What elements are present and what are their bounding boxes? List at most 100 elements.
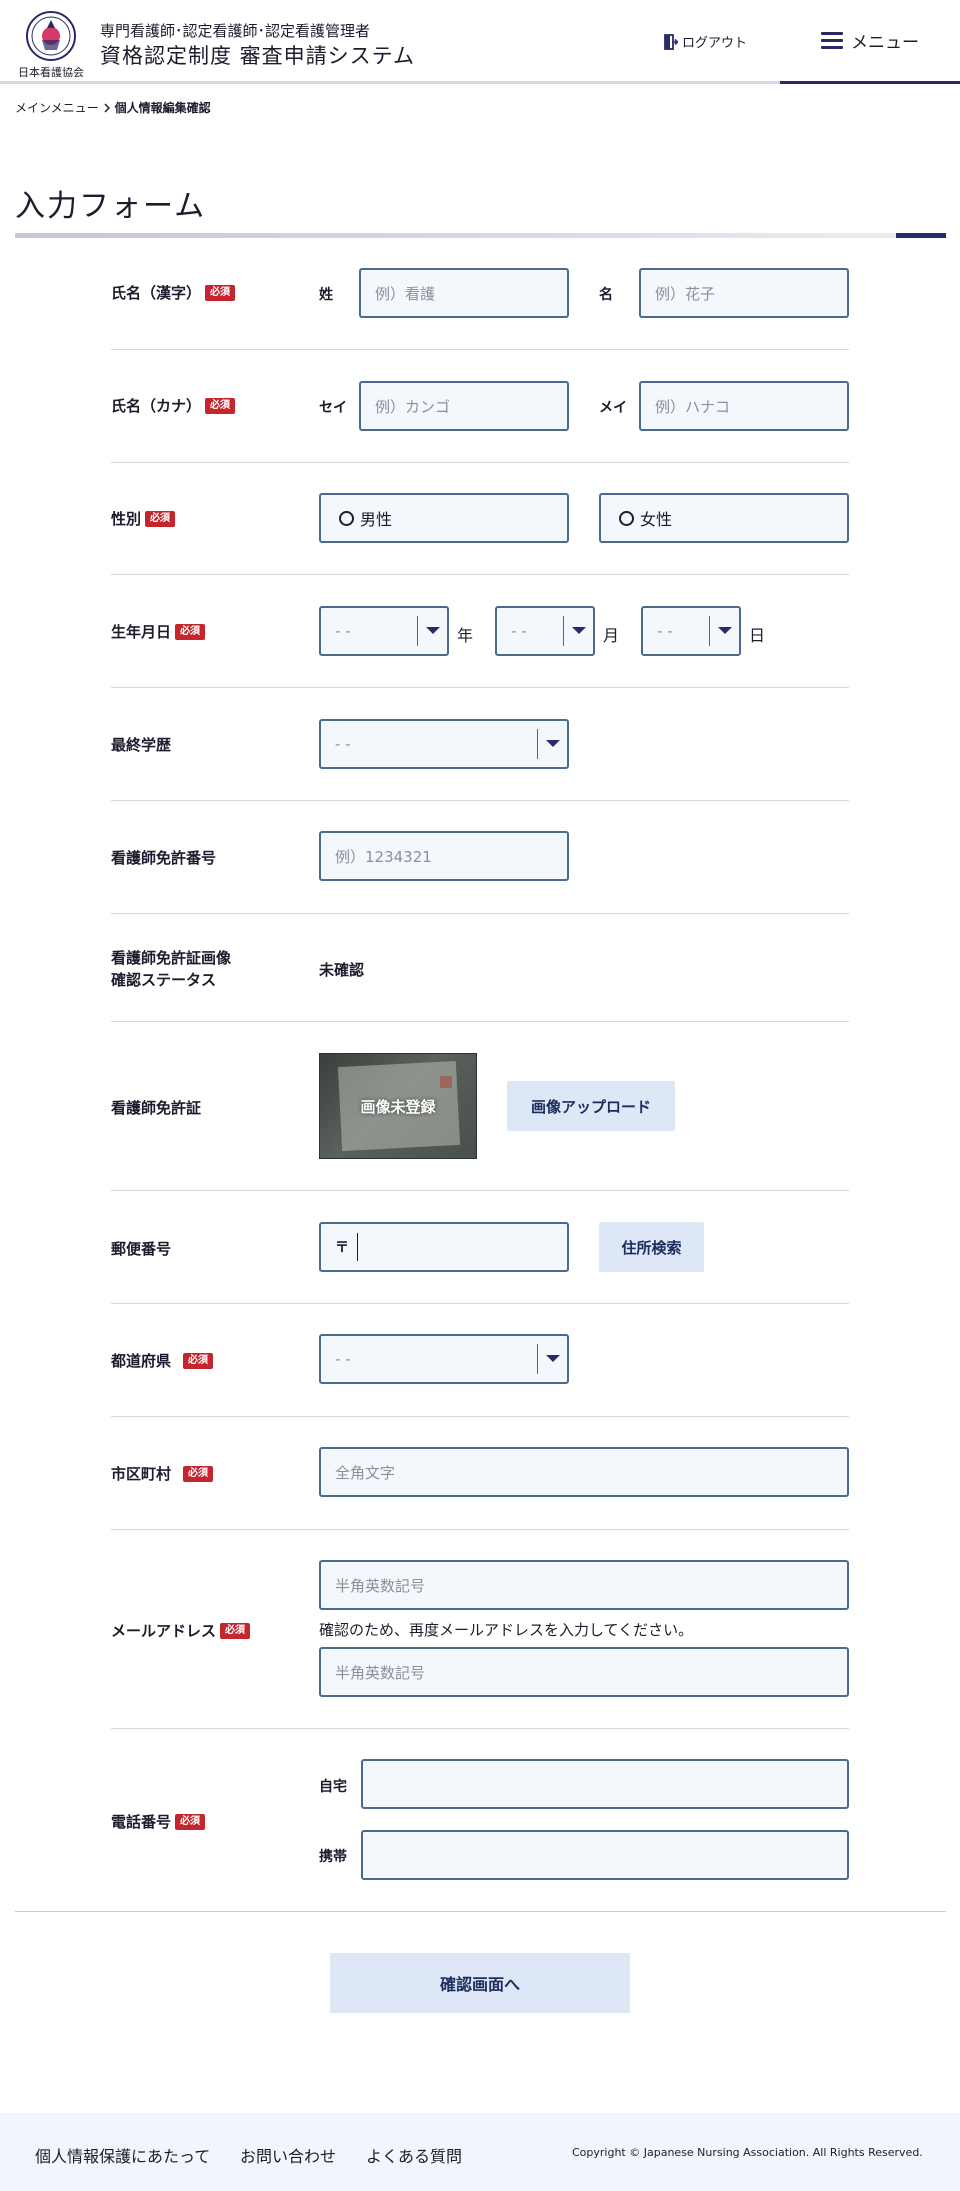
radio-circle-icon	[339, 510, 354, 526]
birth-day-value: - -	[657, 622, 673, 640]
image-upload-button[interactable]: 画像アップロード	[507, 1081, 675, 1131]
birth-month-value: - -	[511, 622, 527, 640]
title-underline-accent	[896, 233, 946, 238]
text-caret	[357, 1233, 358, 1261]
birthdate-label-text: 生年月日	[111, 623, 172, 641]
chevron-down-icon	[572, 627, 586, 634]
prefecture-select[interactable]: - -	[319, 1334, 569, 1384]
education-select[interactable]: - -	[319, 719, 569, 769]
last-name-kanji-input[interactable]: 例）看護	[359, 268, 569, 318]
email-confirm-note: 確認のため、再度メールアドレスを入力してください。	[319, 1621, 694, 1639]
row-divider	[111, 1529, 849, 1530]
logout-icon	[664, 33, 678, 50]
first-name-kanji-input[interactable]: 例）花子	[639, 268, 849, 318]
logout-button[interactable]: ログアウト	[664, 32, 747, 51]
name-kanji-label-text: 氏名（漢字）	[111, 284, 202, 302]
footer-link-contact[interactable]: お問い合わせ	[240, 2143, 336, 2167]
city-label-text: 市区町村	[111, 1465, 172, 1483]
year-unit: 年	[457, 626, 474, 645]
license-number-label: 看護師免許番号	[111, 847, 216, 868]
select-divider	[563, 616, 564, 646]
required-badge: 必須	[205, 284, 236, 301]
breadcrumb-home-link[interactable]: メインメニュー	[15, 99, 99, 116]
row-divider	[111, 574, 849, 575]
email-confirm-input[interactable]: 半角英数記号	[319, 1647, 849, 1697]
license-status-label-line1: 看護師免許証画像	[111, 949, 232, 967]
required-badge: 必須	[145, 510, 176, 527]
logo-text: 日本看護協会	[18, 66, 84, 79]
city-label: 市区町村 必須	[111, 1463, 214, 1484]
license-image-label-text: 看護師免許証	[111, 1099, 202, 1117]
mobile-phone-input[interactable]	[361, 1830, 849, 1880]
row-divider	[111, 913, 849, 914]
gender-label-text: 性別	[111, 510, 142, 528]
row-divider	[111, 1728, 849, 1729]
gender-male-radio[interactable]: 男性	[319, 493, 569, 543]
mobile-phone-label: 携帯	[319, 1849, 347, 1865]
license-image-preview: 画像未登録	[319, 1053, 477, 1159]
required-badge: 必須	[205, 397, 236, 414]
site-header: 日本看護協会 専門看護師･認定看護師･認定看護管理者 資格認定制度 審査申請シス…	[0, 0, 960, 84]
row-divider	[111, 1190, 849, 1191]
first-name-kanji-label: 名	[599, 287, 613, 303]
form-bottom-divider	[15, 1911, 946, 1912]
birthdate-label: 生年月日 必須	[111, 621, 206, 642]
required-badge: 必須	[175, 623, 206, 640]
row-divider	[111, 1021, 849, 1022]
name-kanji-label: 氏名（漢字） 必須	[111, 282, 236, 303]
phone-label-text: 電話番号	[111, 1813, 172, 1831]
required-badge: 必須	[183, 1465, 214, 1482]
first-name-kana-input[interactable]: 例）ハナコ	[639, 381, 849, 431]
last-name-kana-input[interactable]: 例）カンゴ	[359, 381, 569, 431]
last-name-kana-label: セイ	[319, 400, 347, 416]
breadcrumb: メインメニュー 個人情報編集確認	[15, 99, 211, 116]
birth-month-select[interactable]: - -	[495, 606, 595, 656]
footer-link-faq[interactable]: よくある質問	[366, 2143, 462, 2167]
page-title: 入力フォーム	[15, 189, 207, 224]
image-not-registered-text: 画像未登録	[360, 1098, 436, 1116]
postal-mark: 〒	[335, 1240, 349, 1256]
row-divider	[111, 800, 849, 801]
row-divider	[111, 462, 849, 463]
row-divider	[111, 349, 849, 350]
chevron-down-icon	[546, 740, 560, 747]
last-name-kanji-label: 姓	[319, 287, 333, 303]
menu-label: メニュー	[851, 33, 919, 53]
email-input[interactable]: 半角英数記号	[319, 1560, 849, 1610]
menu-button[interactable]: メニュー	[780, 0, 960, 84]
birth-year-select[interactable]: - -	[319, 606, 449, 656]
gender-female-radio[interactable]: 女性	[599, 493, 849, 543]
system-subtitle: 専門看護師･認定看護師･認定看護管理者	[100, 22, 371, 40]
chevron-down-icon	[546, 1355, 560, 1362]
required-badge: 必須	[183, 1352, 214, 1369]
required-badge: 必須	[175, 1813, 206, 1830]
row-divider	[111, 1303, 849, 1304]
gender-female-label: 女性	[640, 510, 673, 529]
select-divider	[537, 729, 538, 759]
footer-link-privacy[interactable]: 個人情報保護にあたって	[35, 2143, 210, 2167]
chevron-down-icon	[718, 627, 732, 634]
day-unit: 日	[749, 626, 766, 645]
postal-code-input[interactable]: 〒	[319, 1222, 569, 1272]
license-status-label-line2: 確認ステータス	[111, 971, 217, 989]
address-search-button[interactable]: 住所検索	[599, 1222, 704, 1272]
email-label: メールアドレス 必須	[111, 1620, 251, 1641]
birth-day-select[interactable]: - -	[641, 606, 741, 656]
copyright: Copyright © Japanese Nursing Association…	[572, 2146, 923, 2159]
license-number-input[interactable]: 例）1234321	[319, 831, 569, 881]
name-kana-label-text: 氏名（カナ）	[111, 397, 202, 415]
chevron-right-icon	[104, 102, 110, 113]
home-phone-input[interactable]	[361, 1759, 849, 1809]
name-kana-label: 氏名（カナ） 必須	[111, 395, 236, 416]
confirm-button[interactable]: 確認画面へ	[330, 1953, 630, 2013]
license-number-label-text: 看護師免許番号	[111, 849, 217, 867]
prefecture-label: 都道府県 必須	[111, 1350, 214, 1371]
gender-label: 性別 必須	[111, 508, 176, 529]
logout-label: ログアウト	[682, 36, 748, 51]
education-label-text: 最終学歴	[111, 736, 172, 754]
email-label-text: メールアドレス	[111, 1622, 217, 1640]
city-input[interactable]: 全角文字	[319, 1447, 849, 1497]
hamburger-icon	[821, 31, 843, 50]
postal-code-label-text: 郵便番号	[111, 1240, 172, 1258]
postal-code-label: 郵便番号	[111, 1238, 171, 1259]
